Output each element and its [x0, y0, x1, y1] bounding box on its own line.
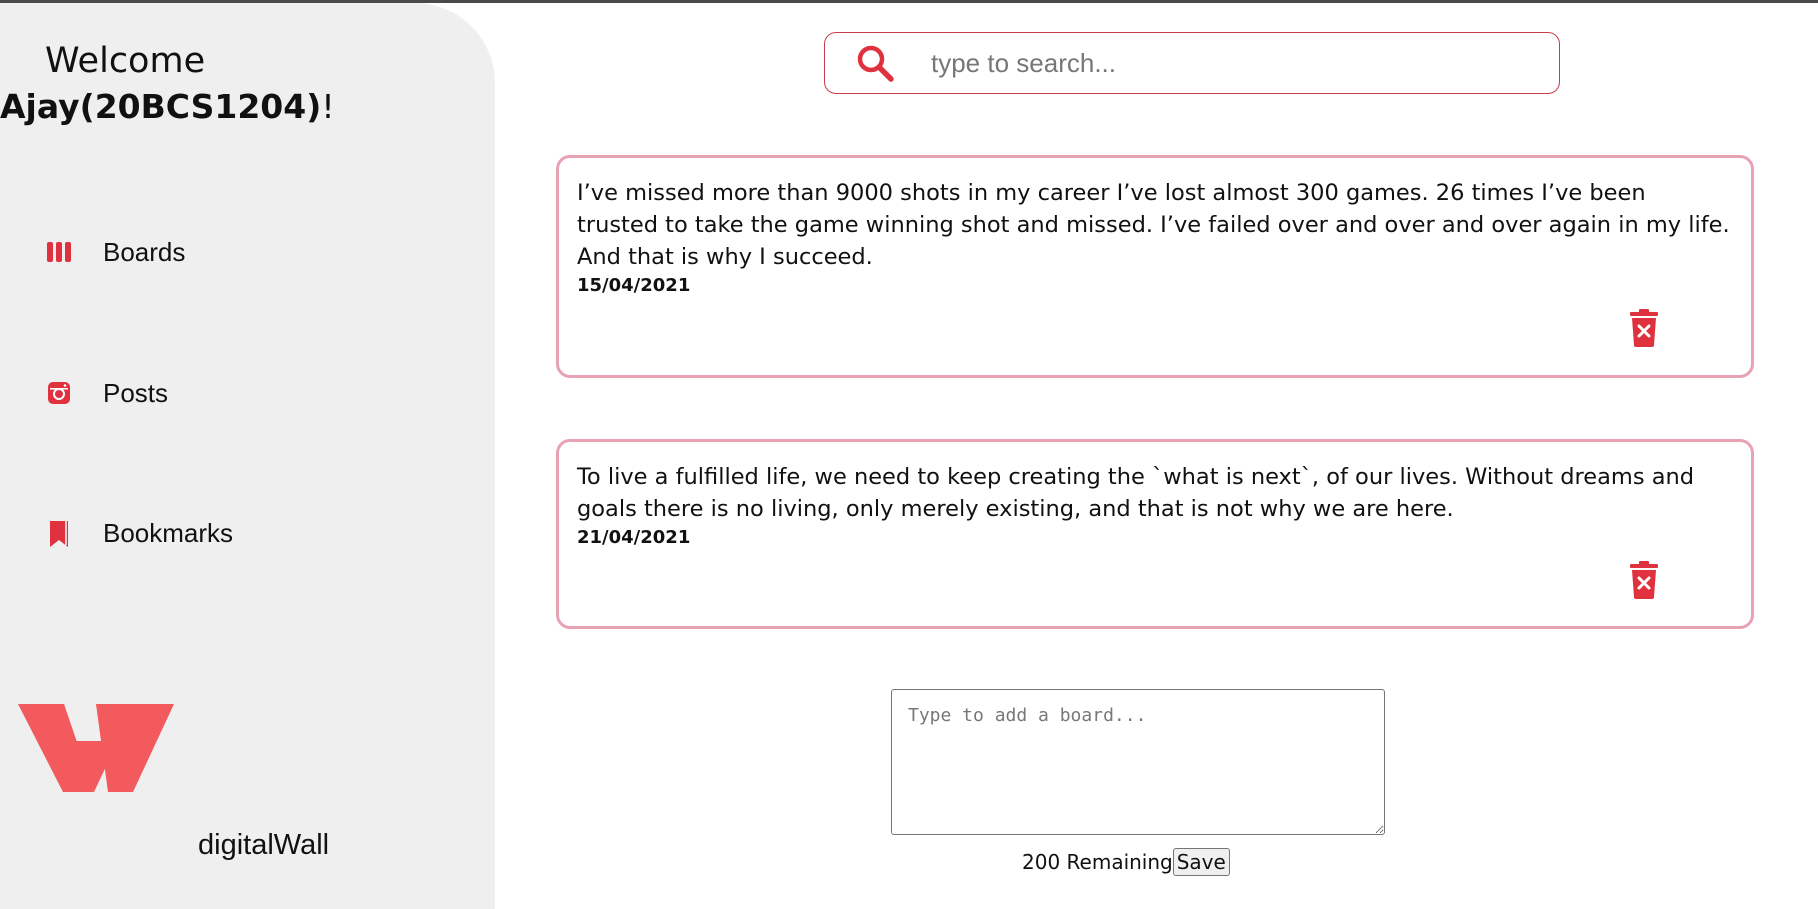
- search-input[interactable]: [929, 46, 1533, 80]
- sidebar: Welcome Ajay(20BCS1204)! Boards Posts Bo…: [0, 3, 495, 909]
- search-icon[interactable]: [855, 43, 895, 83]
- board-card: I’ve missed more than 9000 shots in my c…: [556, 155, 1754, 378]
- sidebar-item-boards[interactable]: Boards: [46, 235, 185, 269]
- brand-name: digitalWall: [198, 829, 330, 861]
- instagram-icon: [46, 380, 72, 406]
- board-date: 15/04/2021: [577, 275, 691, 296]
- sidebar-item-label: Boards: [103, 236, 186, 267]
- trash-icon[interactable]: [1629, 561, 1659, 599]
- sidebar-item-label: Posts: [103, 377, 169, 408]
- welcome-text: Welcome: [45, 41, 206, 81]
- board-text: To live a fulfilled life, we need to kee…: [577, 464, 1695, 522]
- new-board-footer: 200 Remaining Save: [1022, 848, 1230, 876]
- search-bar: [824, 32, 1560, 94]
- user-name: Ajay(20BCS1204): [0, 87, 322, 126]
- sidebar-item-label: Bookmarks: [103, 517, 234, 548]
- greeting-exclaim: !: [321, 87, 335, 126]
- bookmark-icon: [46, 520, 72, 547]
- sidebar-item-bookmarks[interactable]: Bookmarks: [46, 516, 233, 550]
- trash-icon[interactable]: [1629, 309, 1659, 347]
- remaining-count: 200 Remaining: [1022, 850, 1173, 874]
- boards-icon: [46, 239, 72, 265]
- sidebar-item-posts[interactable]: Posts: [46, 376, 168, 410]
- save-button[interactable]: Save: [1172, 848, 1230, 876]
- board-card: To live a fulfilled life, we need to kee…: [556, 439, 1754, 629]
- new-board-textarea[interactable]: [891, 689, 1385, 835]
- board-date: 21/04/2021: [577, 527, 691, 548]
- digitalwall-logo: [18, 701, 174, 800]
- user-greeting: Ajay(20BCS1204)!: [0, 87, 335, 126]
- board-text: I’ve missed more than 9000 shots in my c…: [577, 180, 1730, 270]
